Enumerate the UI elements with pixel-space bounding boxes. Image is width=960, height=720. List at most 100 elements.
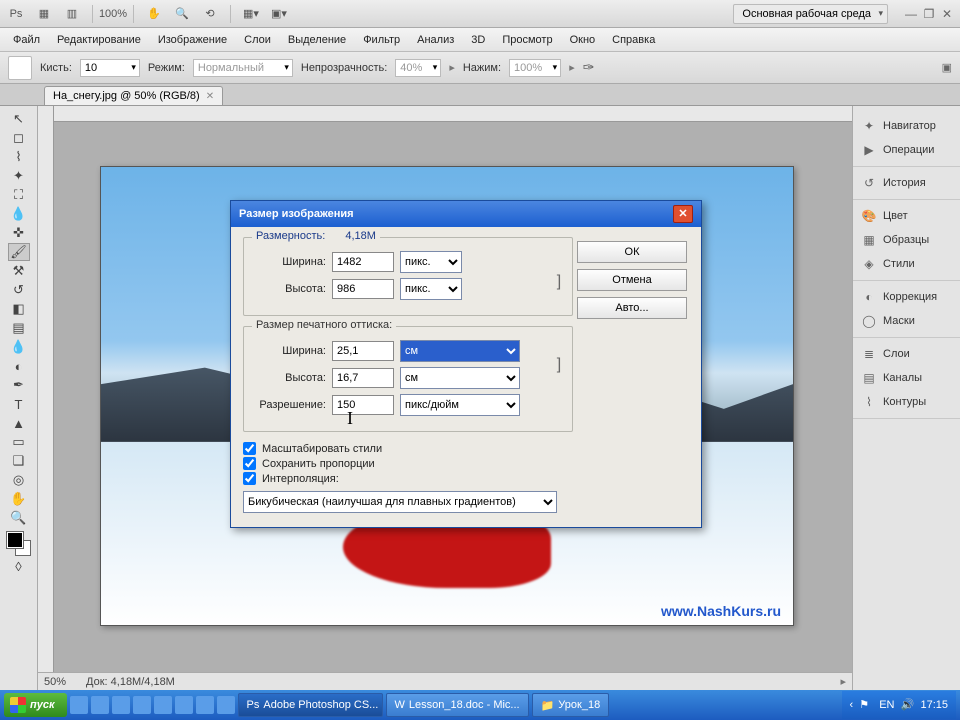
- quicklaunch-icon[interactable]: [70, 696, 88, 714]
- move-tool-icon[interactable]: ↖: [8, 110, 30, 128]
- height-px-unit[interactable]: пикс.: [400, 278, 462, 300]
- constrain-checkbox[interactable]: [243, 457, 256, 470]
- crop-tool-icon[interactable]: ⛶: [8, 186, 30, 204]
- quicklaunch-icon[interactable]: [91, 696, 109, 714]
- layers-panel[interactable]: ≣Слои: [853, 342, 960, 366]
- stamp-tool-icon[interactable]: ⚒: [8, 262, 30, 280]
- zoom-level[interactable]: 100%: [103, 4, 123, 24]
- ruler-vertical[interactable]: [38, 106, 54, 690]
- taskbar-app-folder[interactable]: 📁Урок_18: [532, 693, 610, 717]
- brush-tool-icon[interactable]: 🖌: [8, 243, 30, 261]
- masks-panel[interactable]: ◯Маски: [853, 309, 960, 333]
- view-extras-icon[interactable]: ▥: [62, 4, 82, 24]
- menu-help[interactable]: Справка: [605, 31, 662, 49]
- taskbar-app-photoshop[interactable]: PsAdobe Photoshop CS...: [238, 693, 383, 717]
- resample-checkbox[interactable]: [243, 472, 256, 485]
- navigator-panel[interactable]: ✦Навигатор: [853, 114, 960, 138]
- link-px-icon[interactable]: ]: [552, 260, 566, 304]
- arrange-icon[interactable]: ▦▾: [241, 4, 261, 24]
- rotate-view-icon[interactable]: ⟲: [200, 4, 220, 24]
- heal-tool-icon[interactable]: ✜: [8, 224, 30, 242]
- quicklaunch-icon[interactable]: [112, 696, 130, 714]
- menu-filter[interactable]: Фильтр: [356, 31, 407, 49]
- styles-panel[interactable]: ◈Стили: [853, 252, 960, 276]
- tool-preset-icon[interactable]: [8, 56, 32, 80]
- type-tool-icon[interactable]: T: [8, 395, 30, 413]
- 3d-tool-icon[interactable]: ❑: [8, 452, 30, 470]
- zoom-tool-icon[interactable]: 🔍: [8, 509, 30, 527]
- ok-button[interactable]: ОК: [577, 241, 687, 263]
- quickmask-icon[interactable]: ◊: [8, 557, 30, 575]
- minimize-icon[interactable]: —: [904, 7, 918, 21]
- tray-icon[interactable]: ⚑: [859, 698, 873, 712]
- taskbar-app-word[interactable]: WLesson_18.doc - Mic...: [386, 693, 529, 717]
- hand-icon[interactable]: ✋: [144, 4, 164, 24]
- wand-tool-icon[interactable]: ✦: [8, 167, 30, 185]
- height-cm-input[interactable]: [332, 368, 394, 388]
- screen-mode-icon[interactable]: ▣▾: [269, 4, 289, 24]
- width-cm-input[interactable]: [332, 341, 394, 361]
- gradient-tool-icon[interactable]: ▤: [8, 319, 30, 337]
- dodge-tool-icon[interactable]: ◐: [8, 357, 30, 375]
- paths-panel[interactable]: ⌇Контуры: [853, 390, 960, 414]
- brush-size-picker[interactable]: 10: [80, 59, 140, 77]
- menu-3d[interactable]: 3D: [464, 31, 492, 49]
- height-cm-unit[interactable]: см: [400, 367, 520, 389]
- interpolation-select[interactable]: Бикубическая (наилучшая для плавных град…: [243, 491, 557, 513]
- flow-input[interactable]: 100%: [509, 59, 561, 77]
- dialog-close-button[interactable]: ✕: [673, 205, 693, 223]
- height-px-input[interactable]: [332, 279, 394, 299]
- close-icon[interactable]: ✕: [940, 7, 954, 21]
- resolution-input[interactable]: [332, 395, 394, 415]
- pen-tool-icon[interactable]: ✒: [8, 376, 30, 394]
- menu-edit[interactable]: Редактирование: [50, 31, 148, 49]
- airbrush-icon[interactable]: ✑: [583, 59, 595, 76]
- menu-select[interactable]: Выделение: [281, 31, 353, 49]
- document-tab[interactable]: На_снегу.jpg @ 50% (RGB/8) ✕: [44, 86, 223, 105]
- ps-icon[interactable]: Ps: [6, 4, 26, 24]
- color-panel[interactable]: 🎨Цвет: [853, 204, 960, 228]
- opacity-flyout-icon[interactable]: ▸: [449, 61, 455, 74]
- menu-layers[interactable]: Слои: [237, 31, 278, 49]
- history-brush-icon[interactable]: ↺: [8, 281, 30, 299]
- scrollbar-right-icon[interactable]: ▸: [840, 675, 846, 688]
- marquee-tool-icon[interactable]: ◻: [8, 129, 30, 147]
- maximize-icon[interactable]: ❐: [922, 7, 936, 21]
- blend-mode-select[interactable]: Нормальный: [193, 59, 293, 77]
- actions-panel[interactable]: ▶Операции: [853, 138, 960, 162]
- dialog-titlebar[interactable]: Размер изображения ✕: [231, 201, 701, 227]
- width-px-unit[interactable]: пикс.: [400, 251, 462, 273]
- quicklaunch-icon[interactable]: [175, 696, 193, 714]
- tray-language[interactable]: EN: [879, 699, 894, 711]
- zoom-icon[interactable]: 🔍: [172, 4, 192, 24]
- swatches-panel[interactable]: ▦Образцы: [853, 228, 960, 252]
- channels-panel[interactable]: ▤Каналы: [853, 366, 960, 390]
- doc-size-readout[interactable]: Док: 4,18М/4,18М: [86, 676, 175, 688]
- quicklaunch-icon[interactable]: [154, 696, 172, 714]
- panel-toggle-icon[interactable]: ▣: [942, 61, 952, 74]
- foreground-swatch[interactable]: [7, 532, 23, 548]
- tray-icon[interactable]: 🔊: [900, 698, 914, 712]
- quicklaunch-icon[interactable]: [217, 696, 235, 714]
- color-swatches[interactable]: [7, 532, 31, 556]
- quicklaunch-icon[interactable]: [196, 696, 214, 714]
- cancel-button[interactable]: Отмена: [577, 269, 687, 291]
- menu-view[interactable]: Просмотр: [495, 31, 559, 49]
- workspace-switcher[interactable]: Основная рабочая среда: [733, 4, 888, 24]
- menu-image[interactable]: Изображение: [151, 31, 234, 49]
- width-px-input[interactable]: [332, 252, 394, 272]
- 3d-camera-icon[interactable]: ◎: [8, 471, 30, 489]
- auto-button[interactable]: Авто...: [577, 297, 687, 319]
- tray-expand-icon[interactable]: ‹: [850, 699, 854, 711]
- ruler-horizontal[interactable]: [54, 106, 852, 122]
- width-cm-unit[interactable]: см: [400, 340, 520, 362]
- menu-window[interactable]: Окно: [563, 31, 603, 49]
- opacity-input[interactable]: 40%: [395, 59, 441, 77]
- flow-flyout-icon[interactable]: ▸: [569, 61, 575, 74]
- resolution-unit[interactable]: пикс/дюйм: [400, 394, 520, 416]
- tray-clock[interactable]: 17:15: [920, 699, 948, 711]
- quicklaunch-icon[interactable]: [133, 696, 151, 714]
- menu-file[interactable]: Файл: [6, 31, 47, 49]
- zoom-readout[interactable]: 50%: [44, 676, 66, 688]
- scale-styles-checkbox[interactable]: [243, 442, 256, 455]
